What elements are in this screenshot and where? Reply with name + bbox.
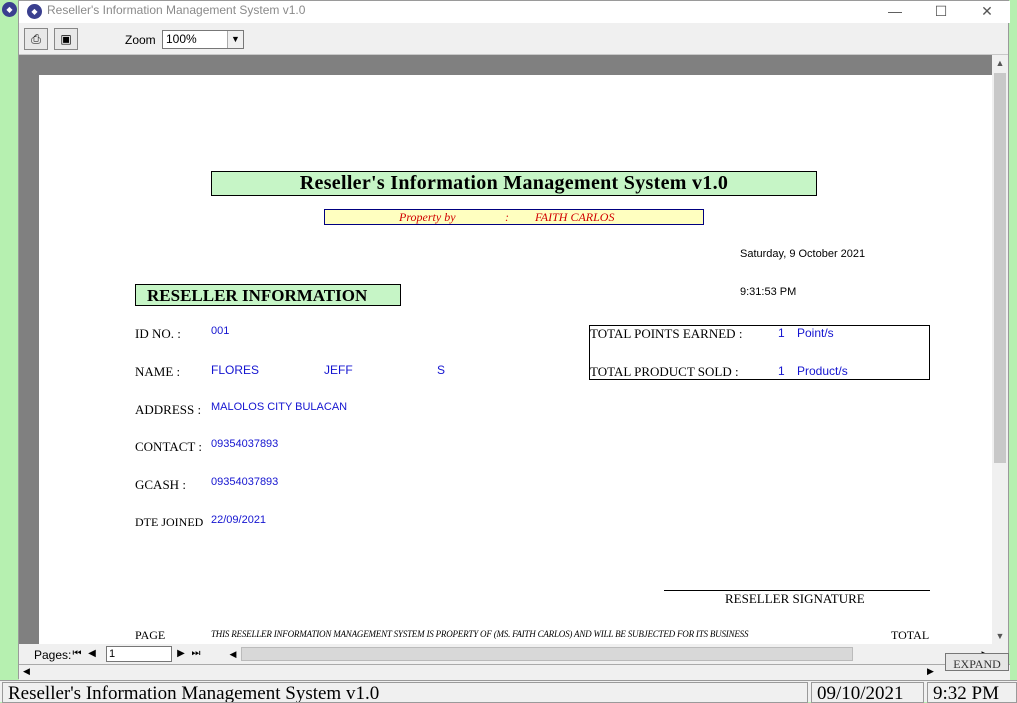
export-button[interactable]: ▣	[54, 28, 78, 50]
lower-scroll-strip: ◀ ▶	[19, 664, 1010, 680]
contact-value: 09354037893	[211, 438, 279, 450]
contact-label: CONTACT :	[135, 439, 202, 454]
toolbar: ⎙ ▣ Zoom 100% ▼	[19, 25, 1008, 55]
scroll-down-icon[interactable]: ▼	[992, 628, 1008, 644]
scroll-right-icon[interactable]: ▶	[927, 666, 934, 677]
sold-unit: Product/s	[797, 364, 848, 378]
minimize-button[interactable]: —	[872, 1, 918, 23]
vertical-scrollbar[interactable]: ▲ ▼	[992, 55, 1008, 644]
address-label: ADDRESS :	[135, 402, 202, 417]
address-value: MALOLOS CITY BULACAN	[211, 401, 348, 413]
report-preview-window: ◆ Reseller's Information Management Syst…	[18, 0, 1010, 680]
horizontal-scroll-thumb[interactable]	[241, 647, 853, 661]
scroll-left-icon[interactable]: ◀	[225, 645, 241, 663]
status-time: 9:32 PM	[927, 682, 1017, 703]
title-bar: ◆ Reseller's Information Management Syst…	[19, 1, 1010, 23]
points-label: TOTAL POINTS EARNED :	[590, 326, 743, 341]
maximize-button[interactable]: ☐	[918, 1, 964, 23]
page-number-input[interactable]: 1	[106, 646, 172, 662]
zoom-value: 100%	[166, 32, 197, 46]
app-icon[interactable]: ◆	[27, 4, 42, 19]
window-title: Reseller's Information Management System…	[47, 3, 306, 17]
section-title: RESELLER INFORMATION	[135, 284, 401, 306]
last-name-value: FLORES	[211, 363, 260, 377]
id-label: ID NO. :	[135, 326, 181, 341]
report-title: Reseller's Information Management System…	[211, 171, 817, 196]
property-label: Property by	[399, 210, 456, 224]
app-icon: ◆	[2, 2, 17, 17]
first-name-value: JEFF	[324, 363, 353, 377]
property-owner: FAITH CARLOS	[535, 210, 615, 224]
footer-page-label: PAGE	[135, 628, 166, 642]
horizontal-scrollbar[interactable]: ◀ ▶	[225, 645, 995, 663]
printer-icon: ⎙	[31, 32, 41, 46]
middle-initial-value: S	[437, 363, 446, 377]
report-date: Saturday, 9 October 2021	[740, 248, 866, 260]
next-page-icon[interactable]: ▶	[174, 646, 188, 662]
report-time: 9:31:53 PM	[740, 286, 797, 298]
joined-value: 22/09/2021	[211, 514, 267, 526]
chevron-down-icon[interactable]: ▼	[227, 31, 243, 48]
last-page-icon[interactable]: ⏭	[189, 646, 203, 662]
zoom-label: Zoom	[125, 33, 156, 47]
report-page: Reseller's Information Management System…	[39, 75, 992, 644]
previous-page-icon[interactable]: ◀	[85, 646, 99, 662]
name-label: NAME :	[135, 364, 181, 379]
property-banner: Property by : FAITH CARLOS	[324, 209, 704, 225]
page-navigation-bar: Pages: ⏮ ◀ 1 ▶ ⏭ ◀ ▶	[19, 644, 1008, 664]
status-app-name: Reseller's Information Management System…	[2, 682, 808, 703]
gcash-value: 09354037893	[211, 476, 279, 488]
points-unit: Point/s	[797, 326, 834, 340]
footer-total-label: TOTAL	[891, 628, 930, 642]
sold-label: TOTAL PRODUCT SOLD :	[590, 364, 739, 379]
print-button[interactable]: ⎙	[24, 28, 48, 50]
close-button[interactable]: ✕	[964, 1, 1010, 23]
status-bar: Reseller's Information Management System…	[0, 680, 1017, 703]
joined-label: DTE JOINED	[135, 515, 204, 529]
zoom-select[interactable]: 100% ▼	[162, 30, 244, 49]
pages-label: Pages:	[34, 648, 72, 662]
signature-label: RESELLER SIGNATURE	[725, 591, 865, 606]
totals-box: TOTAL POINTS EARNED : 1 Point/s TOTAL PR…	[589, 325, 930, 380]
property-separator: :	[505, 210, 509, 224]
gcash-label: GCASH :	[135, 477, 186, 492]
status-date: 09/10/2021	[811, 682, 924, 703]
vertical-scroll-thumb[interactable]	[994, 73, 1006, 463]
scroll-up-icon[interactable]: ▲	[992, 55, 1008, 71]
footer-note: THIS RESELLER INFORMATION MANAGEMENT SYS…	[211, 629, 749, 639]
points-value: 1	[778, 326, 785, 340]
first-page-icon[interactable]: ⏮	[70, 646, 84, 662]
report-viewport: Reseller's Information Management System…	[19, 55, 992, 644]
id-value: 001	[211, 325, 230, 337]
expand-button[interactable]: EXPAND	[945, 653, 1009, 671]
export-icon: ▣	[60, 32, 72, 46]
sold-value: 1	[778, 364, 785, 378]
scroll-left-icon[interactable]: ◀	[23, 666, 30, 677]
